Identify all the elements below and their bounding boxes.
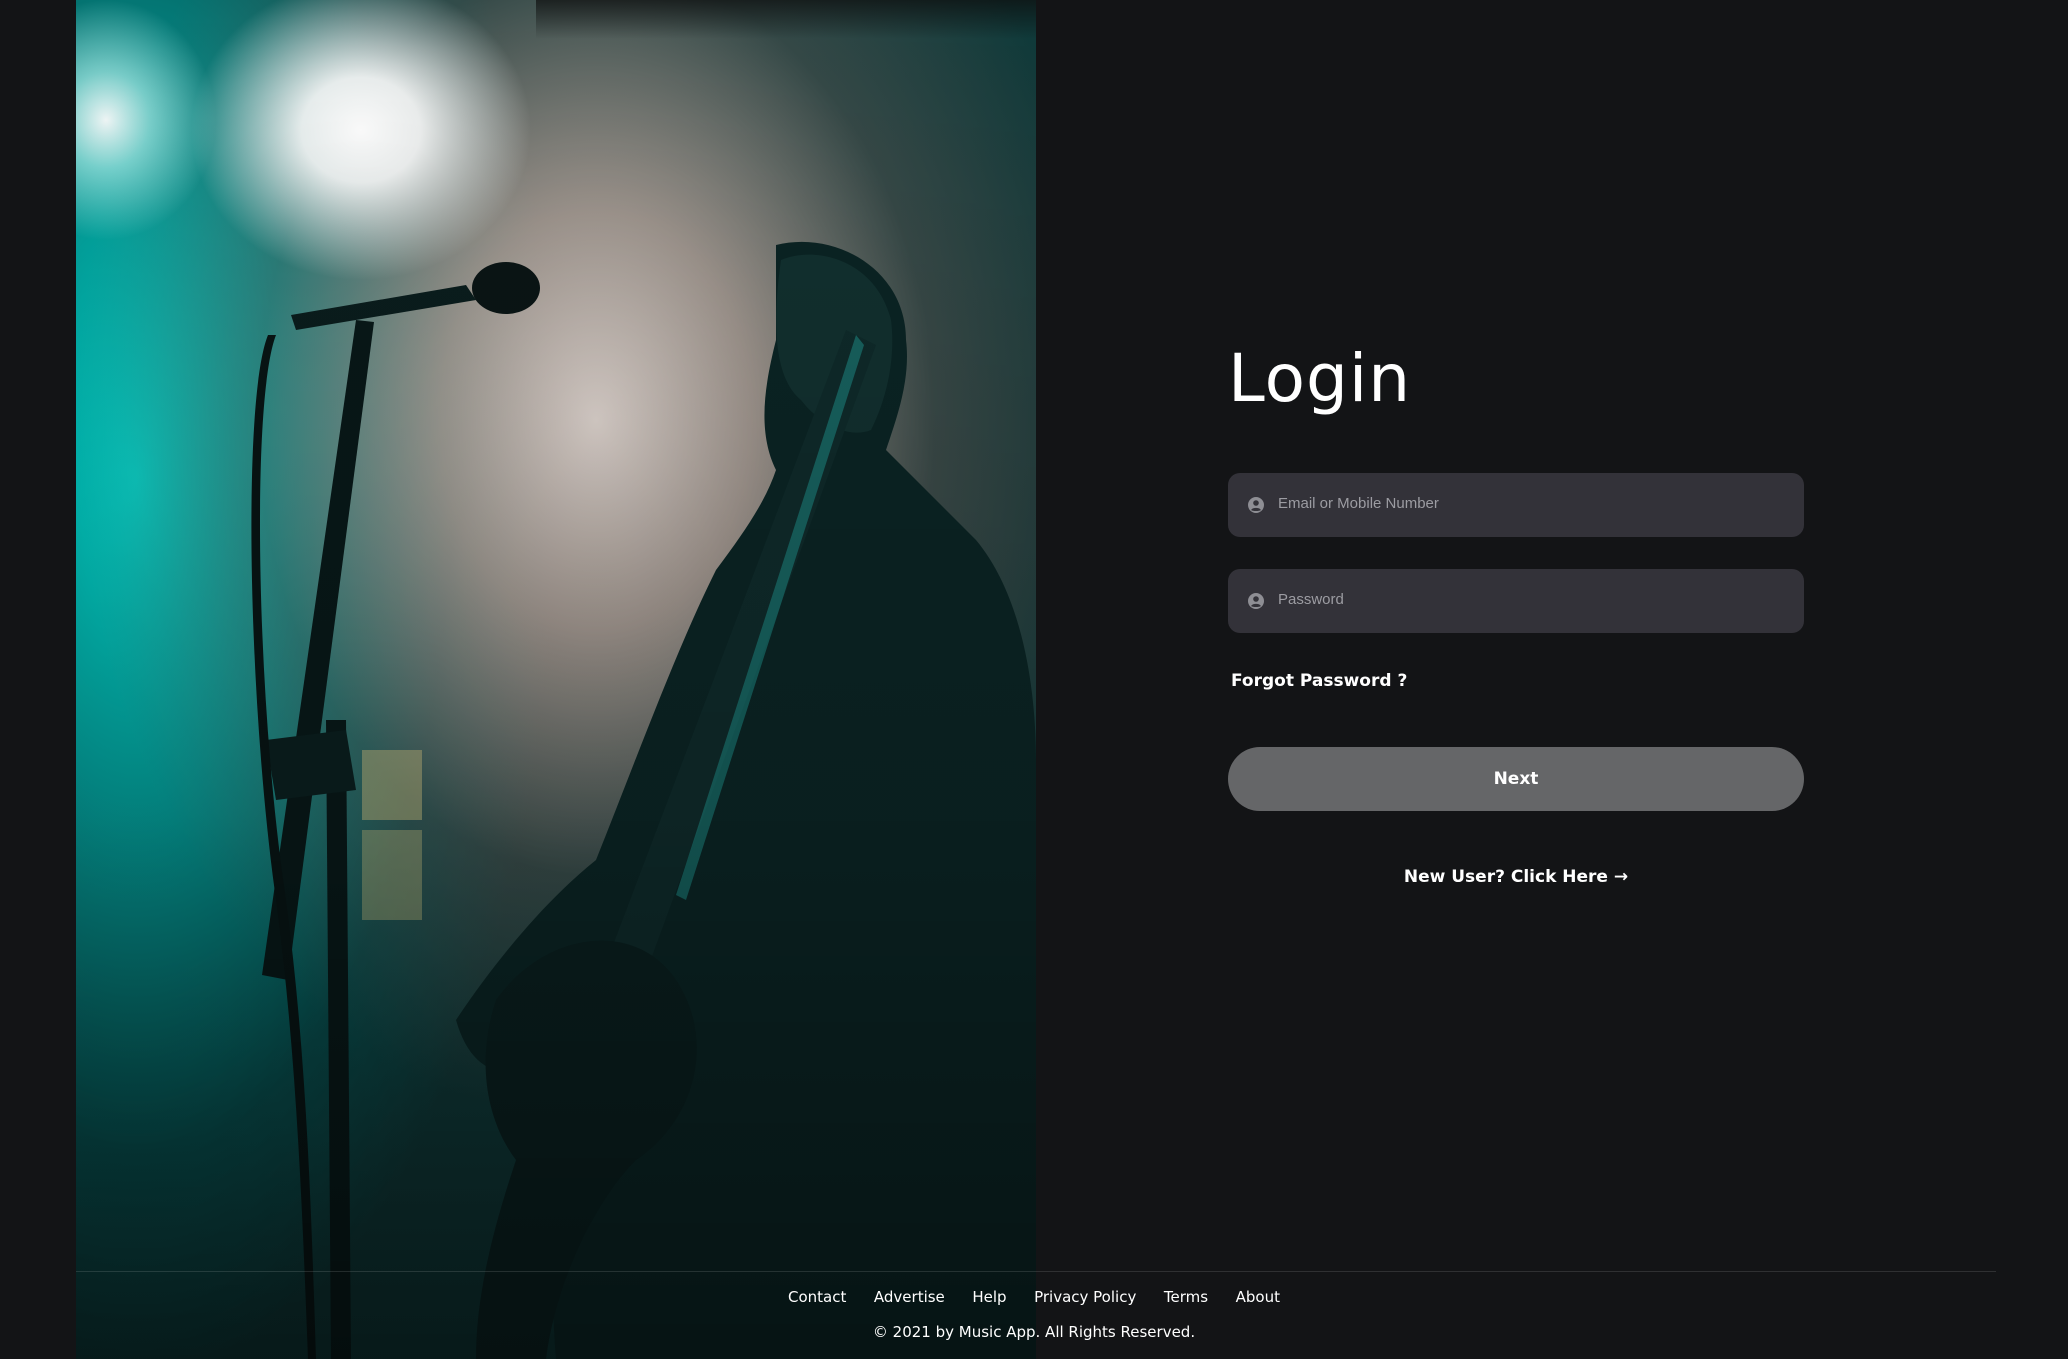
user-circle-icon bbox=[1248, 497, 1264, 513]
footer-link-about[interactable]: About bbox=[1236, 1288, 1280, 1306]
footer-divider bbox=[76, 1271, 1996, 1272]
user-circle-icon bbox=[1248, 593, 1264, 609]
page-title: Login bbox=[1228, 340, 1412, 417]
password-input[interactable] bbox=[1278, 567, 1804, 631]
new-user-link[interactable]: New User? Click Here → bbox=[1228, 867, 1804, 887]
email-input[interactable] bbox=[1278, 471, 1804, 535]
email-field[interactable] bbox=[1228, 471, 1804, 537]
password-field[interactable] bbox=[1228, 567, 1804, 633]
footer-link-privacy-policy[interactable]: Privacy Policy bbox=[1034, 1288, 1136, 1306]
login-form: Login Forgot Password ? Next New User? C… bbox=[1228, 340, 1804, 887]
footer-nav: Contact Advertise Help Privacy Policy Te… bbox=[788, 1288, 1280, 1306]
footer-link-advertise[interactable]: Advertise bbox=[874, 1288, 945, 1306]
login-page: Login Forgot Password ? Next New User? C… bbox=[0, 0, 2068, 1359]
footer-link-contact[interactable]: Contact bbox=[788, 1288, 846, 1306]
footer-link-help[interactable]: Help bbox=[972, 1288, 1006, 1306]
next-button[interactable]: Next bbox=[1228, 747, 1804, 811]
guitarist-silhouette bbox=[76, 0, 1036, 1359]
footer-link-terms[interactable]: Terms bbox=[1164, 1288, 1208, 1306]
forgot-password-link[interactable]: Forgot Password ? bbox=[1231, 671, 1407, 691]
copyright-text: © 2021 by Music App. All Rights Reserved… bbox=[872, 1323, 1196, 1341]
hero-image bbox=[76, 0, 1036, 1359]
